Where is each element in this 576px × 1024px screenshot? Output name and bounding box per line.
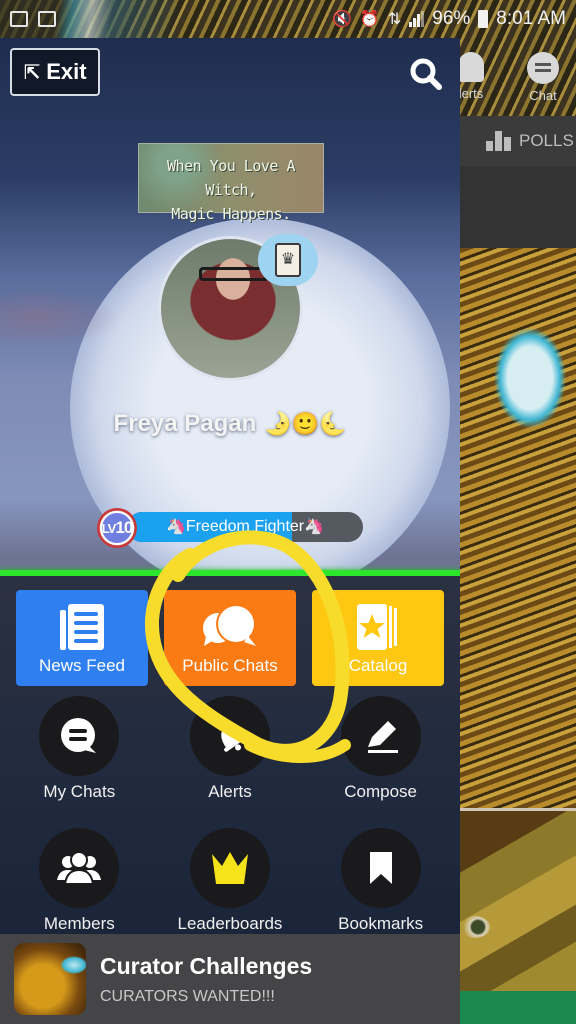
promo-thumbnail	[14, 943, 86, 1015]
mute-vibrate-icon: 🔇	[332, 11, 352, 28]
bg-tab-polls[interactable]: POLLS	[460, 116, 576, 166]
shortcut-compose[interactable]: Compose	[311, 696, 451, 802]
pencil-icon	[367, 721, 398, 753]
username[interactable]: Freya Pagan 🌛🙂🌜	[0, 410, 460, 438]
chat-icon	[61, 718, 97, 753]
level-bar[interactable]: 🦄Freedom Fighter🦄 LV 10	[97, 508, 363, 548]
side-drawer: ⇱ Exit When You Love A Witch, Magic Happ…	[0, 38, 460, 1024]
exit-arrow-icon: ⇱	[23, 61, 41, 84]
chat-icon	[527, 52, 559, 84]
shortcut-leaderboards[interactable]: Leaderboards	[160, 828, 300, 934]
bell-icon	[221, 726, 247, 752]
bg-post-image[interactable]	[460, 248, 576, 808]
bar-chart-icon	[486, 131, 511, 151]
tile-news-feed-label: News Feed	[39, 656, 125, 675]
tile-public-chats-label: Public Chats	[182, 656, 278, 675]
search-icon	[410, 58, 442, 90]
data-icon: ⇅	[387, 11, 402, 28]
shortcut-grid: My Chats Alerts Compose Members Leaderbo…	[0, 696, 460, 960]
username-text: Freya Pagan	[113, 410, 257, 437]
user-title: 🦄Freedom Fighter🦄	[165, 518, 325, 535]
shortcut-my-chats[interactable]: My Chats	[9, 696, 149, 802]
bg-strip	[460, 166, 576, 248]
avatar-glasses	[199, 267, 269, 281]
status-bar: 🔇 ⏰ ⇅ 96% 8:01 AM	[0, 0, 576, 38]
banner-line-1: When You Love A Witch,	[167, 157, 295, 199]
promo-banner[interactable]: Curator Challenges CURATORS WANTED!!!	[0, 934, 460, 1024]
shortcut-members[interactable]: Members	[9, 828, 149, 934]
battery-icon	[478, 10, 489, 28]
shortcut-alerts[interactable]: Alerts	[160, 696, 300, 802]
username-emoji: 🌛🙂🌜	[264, 411, 347, 436]
shortcut-my-chats-label: My Chats	[43, 782, 116, 801]
members-icon	[57, 851, 102, 885]
gmail-notification-icon	[38, 11, 56, 27]
bg-nav-chat-label: Chat	[529, 88, 557, 103]
bg-nav-alerts-label: lerts	[458, 86, 484, 101]
newspaper-icon	[60, 604, 104, 650]
cloud-decoration	[0, 288, 120, 348]
shortcut-alerts-label: Alerts	[208, 782, 252, 801]
tile-catalog-label: Catalog	[348, 656, 408, 675]
exit-label: Exit	[46, 59, 87, 84]
battery-percent: 96%	[432, 8, 471, 29]
shortcut-bookmarks-label: Bookmarks	[338, 914, 424, 933]
primary-tiles: News Feed Public Chats Catalog	[16, 590, 444, 686]
level-prefix: LV	[101, 520, 117, 536]
bg-green-bar	[460, 991, 576, 1024]
promo-subtitle: CURATORS WANTED!!!	[100, 987, 275, 1005]
profile-banner: When You Love A Witch, Magic Happens.	[138, 143, 324, 223]
catalog-star-icon	[357, 604, 397, 650]
bg-tab-polls-label: POLLS	[519, 131, 574, 150]
tile-news-feed[interactable]: News Feed	[16, 590, 148, 686]
shortcut-leaderboards-label: Leaderboards	[177, 914, 283, 933]
tile-public-chats[interactable]: Public Chats	[164, 590, 296, 686]
tile-catalog[interactable]: Catalog	[312, 590, 444, 686]
search-button[interactable]	[406, 54, 446, 94]
gallery-notification-icon	[10, 11, 28, 27]
signal-icon	[409, 11, 425, 27]
level-number: 10	[115, 518, 133, 537]
banner-line-2: Magic Happens.	[171, 205, 291, 223]
clock: 8:01 AM	[496, 8, 566, 29]
chat-bubbles-icon	[203, 604, 256, 646]
avatar-sticker: ♛	[258, 234, 318, 286]
crown-icon	[211, 852, 248, 884]
exit-button[interactable]: ⇱ Exit	[10, 48, 100, 96]
bg-post-image-2[interactable]	[460, 811, 576, 991]
shortcut-bookmarks[interactable]: Bookmarks	[311, 828, 451, 934]
shortcut-members-label: Members	[43, 914, 115, 933]
shortcut-compose-label: Compose	[344, 782, 418, 801]
alarm-icon: ⏰	[359, 11, 380, 28]
bg-nav-chat[interactable]: Chat	[518, 52, 568, 103]
level-badge: LV 10	[97, 508, 137, 548]
tarot-card-icon: ♛	[275, 243, 301, 277]
bookmark-icon	[369, 852, 392, 884]
bell-icon	[458, 52, 484, 82]
screen: lerts Chat POLLS 🔇 ⏰ ⇅ 96% 8:01 AM ⇱ Exi…	[0, 0, 576, 1024]
promo-title: Curator Challenges	[100, 952, 313, 979]
